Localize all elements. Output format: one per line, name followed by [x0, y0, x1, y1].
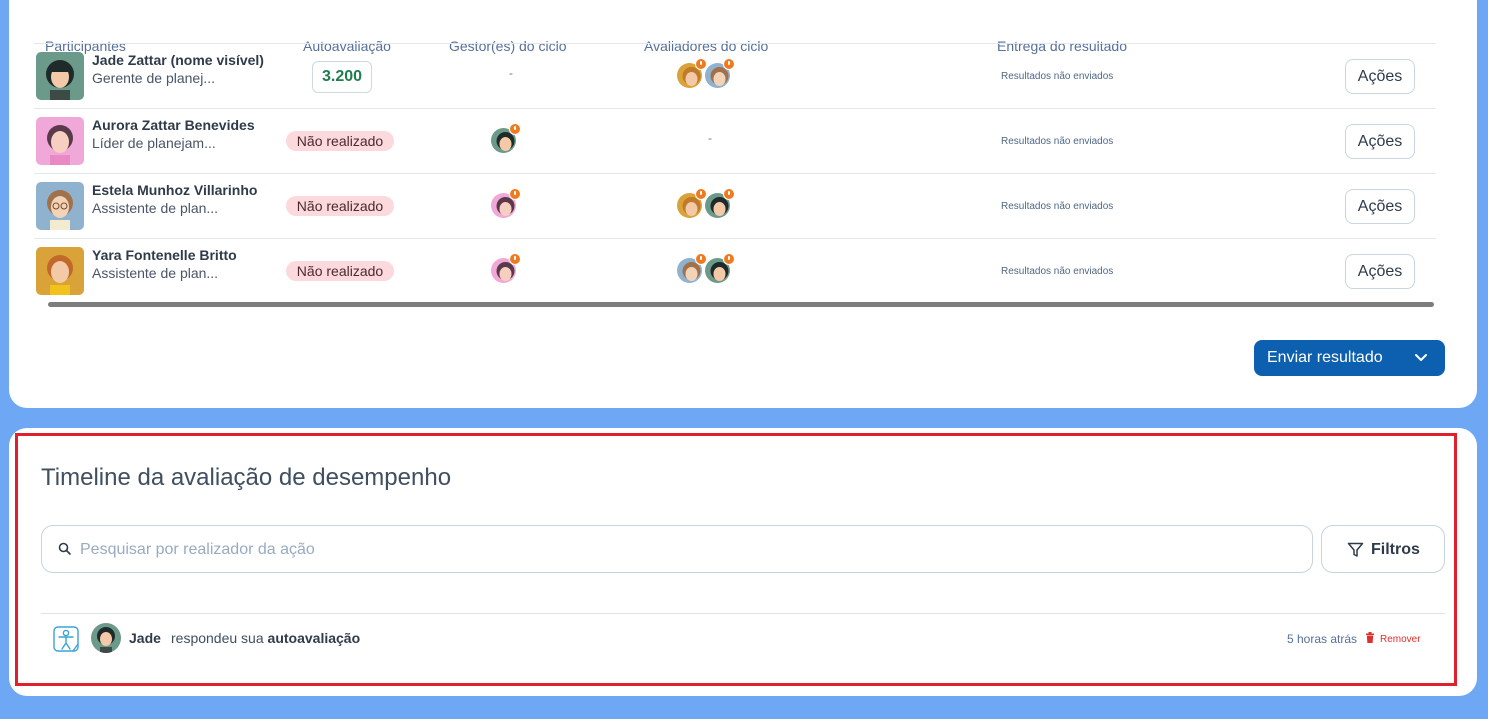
participant-name: Yara Fontenelle Britto [92, 247, 237, 263]
search-icon [58, 542, 72, 561]
timeline-action-prefix: respondeu sua [171, 630, 264, 646]
clock-icon [509, 188, 521, 200]
clock-icon [723, 253, 735, 265]
table-row: Yara Fontenelle Britto Assistente de pla… [34, 238, 1436, 303]
avatar [36, 117, 84, 165]
person-evaluation-icon [51, 624, 81, 659]
chevron-down-icon[interactable] [1413, 348, 1429, 371]
actions-button[interactable]: Ações [1345, 189, 1415, 224]
remove-button[interactable]: Remover [1365, 632, 1421, 646]
manager-avatar[interactable] [489, 253, 521, 285]
avatar [91, 623, 121, 653]
table-row: Jade Zattar (nome visível) Gerente de pl… [34, 43, 1436, 108]
self-evaluation-score[interactable]: 3.200 [312, 61, 372, 93]
participant-role: Assistente de plan... [92, 265, 219, 281]
evaluator-avatar[interactable] [703, 188, 735, 220]
evaluators-empty: - [708, 131, 712, 145]
avatar [36, 52, 84, 100]
search-input[interactable] [80, 538, 1280, 562]
evaluator-avatar[interactable] [675, 253, 707, 285]
clock-icon [723, 188, 735, 200]
manager-avatar[interactable] [489, 188, 521, 220]
evaluator-avatar[interactable] [675, 58, 707, 90]
timeline-divider [41, 613, 1445, 614]
search-field[interactable] [41, 525, 1313, 573]
participant-role: Líder de planejam... [92, 135, 216, 151]
actions-button[interactable]: Ações [1345, 254, 1415, 289]
remove-label: Remover [1380, 633, 1421, 645]
timeline-action: respondeu sua autoavaliação [171, 630, 360, 646]
avatar [36, 247, 84, 295]
evaluator-avatar[interactable] [703, 58, 735, 90]
clock-icon [509, 253, 521, 265]
send-result-button[interactable]: Enviar resultado [1254, 340, 1445, 376]
status-badge: Não realizado [286, 131, 394, 151]
avatar [36, 182, 84, 230]
delivery-status: Resultados não enviados [1001, 71, 1114, 82]
horizontal-scrollbar[interactable] [48, 302, 1434, 307]
status-badge: Não realizado [286, 261, 394, 281]
trash-icon [1365, 632, 1375, 646]
timeline-time: 5 horas atrás [1287, 632, 1358, 646]
managers-empty: - [509, 66, 513, 80]
timeline-user[interactable]: Jade [129, 630, 161, 646]
filter-icon [1347, 542, 1364, 561]
send-result-label: Enviar resultado [1267, 349, 1383, 366]
participant-name: Aurora Zattar Benevides [92, 117, 255, 133]
participant-name: Estela Munhoz Villarinho [92, 182, 258, 198]
delivery-status: Resultados não enviados [1001, 136, 1114, 147]
filters-label: Filtros [1371, 541, 1420, 558]
filters-button[interactable]: Filtros [1321, 525, 1445, 573]
status-badge: Não realizado [286, 196, 394, 216]
evaluator-avatar[interactable] [675, 188, 707, 220]
clock-icon [509, 123, 521, 135]
table-row: Aurora Zattar Benevides Líder de planeja… [34, 108, 1436, 173]
delivery-status: Resultados não enviados [1001, 201, 1114, 212]
timeline-action-object[interactable]: autoavaliação [268, 630, 361, 646]
participant-role: Assistente de plan... [92, 200, 219, 216]
actions-button[interactable]: Ações [1345, 59, 1415, 94]
delivery-status: Resultados não enviados [1001, 266, 1114, 277]
evaluator-avatar[interactable] [703, 253, 735, 285]
table-row: Estela Munhoz Villarinho Assistente de p… [34, 173, 1436, 238]
clock-icon [723, 58, 735, 70]
actions-button[interactable]: Ações [1345, 124, 1415, 159]
participant-name: Jade Zattar (nome visível) [92, 52, 264, 68]
participant-role: Gerente de planej... [92, 70, 215, 86]
timeline-title: Timeline da avaliação de desempenho [41, 464, 452, 491]
manager-avatar[interactable] [489, 123, 521, 155]
